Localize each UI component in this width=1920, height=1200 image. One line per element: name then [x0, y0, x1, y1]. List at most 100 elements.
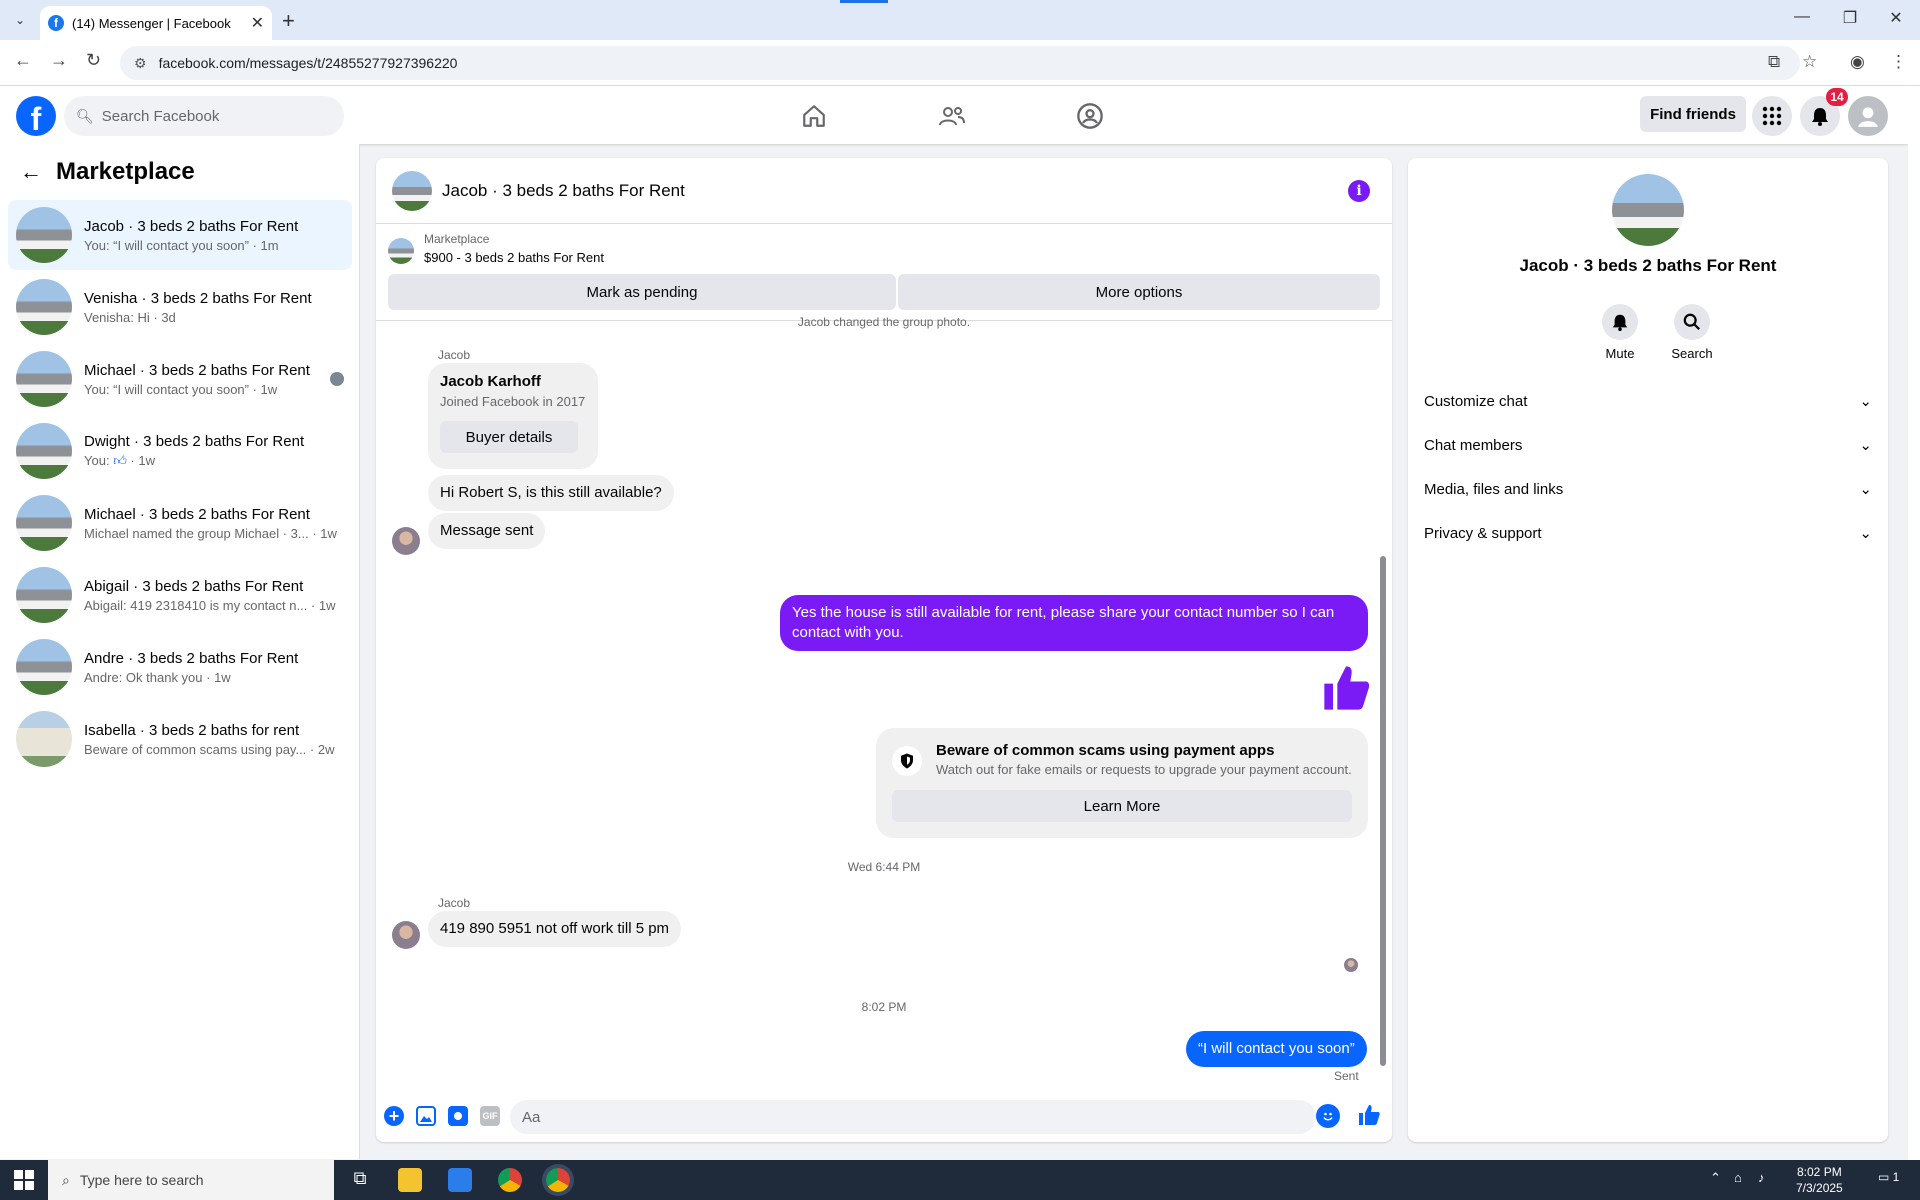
minimize-button[interactable]: — — [1782, 8, 1822, 26]
conversation-item[interactable]: Abigail · 3 beds 2 baths For Rent Abigail… — [8, 560, 352, 630]
chevron-down-icon: ⌄ — [1859, 481, 1872, 498]
browser-menu-icon[interactable]: ⋮ — [1890, 52, 1907, 72]
gif-icon[interactable]: GIF — [480, 1106, 500, 1126]
marketplace-listing[interactable]: Marketplace $900 - 3 beds 2 baths For Re… — [388, 232, 604, 265]
browser-toolbar: ← → ↻ ⚙ facebook.com/messages/t/24855277… — [0, 40, 1920, 86]
message-bubble-outgoing[interactable]: Yes the house is still available for ren… — [780, 595, 1368, 651]
facebook-search-input[interactable]: 🔍︎ Search Facebook — [64, 96, 344, 136]
find-friends-button[interactable]: Find friends — [1640, 96, 1746, 132]
tab-title: (14) Messenger | Facebook — [72, 15, 231, 31]
page-scrollbar[interactable] — [1908, 86, 1920, 1160]
chrome-icon[interactable] — [498, 1168, 522, 1192]
conversation-preview: Michael named the group Michael · 3... ·… — [84, 525, 337, 541]
close-tab-icon[interactable]: ✕ — [251, 13, 264, 33]
shield-icon — [892, 746, 922, 776]
composer-placeholder: Aa — [522, 1108, 541, 1126]
conversation-item[interactable]: Andre · 3 beds 2 baths For Rent Andre: Ok… — [8, 632, 352, 702]
site-info-icon[interactable]: ⚙ — [134, 55, 147, 72]
forward-arrow-icon[interactable]: → — [50, 50, 68, 71]
file-explorer-icon[interactable] — [398, 1168, 422, 1192]
chat-scrollbar[interactable] — [1378, 326, 1388, 1076]
menu-grid-icon[interactable] — [1752, 96, 1792, 136]
send-like-icon[interactable] — [1356, 1102, 1382, 1128]
volume-icon[interactable]: ♪ — [1758, 1170, 1765, 1185]
taskbar-clock[interactable]: 8:02 PM 7/3/2025 — [1796, 1164, 1843, 1196]
message-input[interactable]: Aa — [510, 1100, 1316, 1134]
new-tab-button[interactable]: + — [282, 8, 295, 34]
message-bubble[interactable]: Hi Robert S, is this still available? — [428, 475, 674, 511]
conversation-name: Isabella · 3 beds 2 baths for rent — [84, 721, 300, 739]
install-app-icon[interactable]: ⧉ — [1768, 52, 1780, 72]
sender-avatar[interactable] — [392, 921, 420, 949]
emoji-icon[interactable] — [1316, 1104, 1340, 1128]
conversation-item[interactable]: Dwight · 3 beds 2 baths For Rent You: 👍︎… — [8, 416, 352, 486]
search-in-chat-button[interactable]: Search — [1662, 304, 1722, 361]
chat-title[interactable]: Jacob · 3 beds 2 baths For Rent — [442, 181, 685, 201]
bookmark-star-icon[interactable]: ☆ — [1802, 52, 1817, 72]
groups-icon[interactable] — [1074, 100, 1106, 132]
conversation-item[interactable]: Michael · 3 beds 2 baths For Rent Michael… — [8, 488, 352, 558]
listing-thumbnail — [388, 238, 414, 264]
profile-icon[interactable]: ◉ — [1850, 52, 1865, 72]
learn-more-button[interactable]: Learn More — [892, 790, 1352, 822]
store-icon[interactable] — [448, 1168, 472, 1192]
thumbs-up-icon[interactable] — [1320, 662, 1372, 719]
conversation-name: Abigail · 3 beds 2 baths For Rent — [84, 577, 304, 595]
privacy-support-row[interactable]: Privacy & support ⌄ — [1424, 513, 1872, 553]
message-bubble[interactable]: 419 890 5951 not off work till 5 pm — [428, 911, 682, 947]
chat-header: Jacob · 3 beds 2 baths For Rent — [376, 158, 1392, 224]
friends-icon[interactable] — [936, 100, 968, 132]
mute-button[interactable]: Mute — [1590, 304, 1650, 361]
listing-avatar — [16, 639, 72, 695]
info-icon[interactable]: i — [1348, 180, 1370, 202]
network-icon[interactable]: ⌂ — [1734, 1170, 1742, 1185]
conversation-item[interactable]: Michael · 3 beds 2 baths For Rent You: “I… — [8, 344, 352, 414]
browser-tab-messenger[interactable]: f (14) Messenger | Facebook ✕ — [40, 6, 272, 40]
chat-members-row[interactable]: Chat members ⌄ — [1424, 425, 1872, 465]
account-avatar-icon[interactable] — [1848, 96, 1888, 136]
taskbar-search-input[interactable]: ⌕ Type here to search — [48, 1160, 334, 1200]
message-bubble[interactable]: Message sent — [428, 513, 546, 549]
back-arrow-icon[interactable]: ← — [20, 159, 42, 185]
marketplace-header: ← Marketplace — [20, 158, 195, 186]
close-window-button[interactable]: ✕ — [1876, 8, 1916, 28]
facebook-logo-icon[interactable]: f — [16, 96, 56, 136]
buyer-joined: Joined Facebook in 2017 — [440, 394, 586, 409]
scrollbar-thumb[interactable] — [1380, 556, 1386, 1066]
preview-time: · 1w — [130, 453, 155, 468]
task-view-icon[interactable]: ⧉ — [348, 1168, 372, 1192]
more-options-button[interactable]: More options — [898, 274, 1380, 310]
listing-price-title: $900 - 3 beds 2 baths For Rent — [424, 250, 604, 265]
sender-avatar[interactable] — [392, 527, 420, 555]
taskbar-search-placeholder: Type here to search — [79, 1172, 204, 1188]
photo-icon[interactable] — [416, 1106, 436, 1126]
conversation-preview: You: “I will contact you soon” · 1m — [84, 237, 279, 253]
chat-avatar[interactable] — [392, 170, 432, 211]
conversation-item[interactable]: Venisha · 3 beds 2 baths For Rent Venisha… — [8, 272, 352, 342]
search-placeholder: Search Facebook — [101, 107, 220, 125]
tray-chevron-icon[interactable]: ⌃ — [1710, 1170, 1721, 1186]
buyer-name: Jacob Karhoff — [440, 373, 541, 390]
media-files-links-row[interactable]: Media, files and links ⌄ — [1424, 469, 1872, 509]
back-arrow-icon[interactable]: ← — [14, 50, 32, 71]
message-bubble-outgoing[interactable]: “I will contact you soon” — [1186, 1031, 1367, 1067]
row-label: Chat members — [1424, 436, 1523, 454]
action-center-icon[interactable]: ▭ 1 — [1878, 1170, 1899, 1184]
conversation-preview: Beware of common scams using pay... · 2w — [84, 741, 335, 757]
sticker-icon[interactable] — [448, 1106, 468, 1126]
chat-details-panel: Jacob · 3 beds 2 baths For Rent Mute Sea… — [1408, 158, 1888, 1142]
restore-button[interactable]: ❐ — [1830, 8, 1870, 28]
reload-icon[interactable]: ↻ — [86, 50, 101, 71]
chrome-active-icon[interactable] — [546, 1168, 570, 1192]
address-bar[interactable]: ⚙ facebook.com/messages/t/24855277927396… — [120, 46, 1800, 80]
conversation-item[interactable]: Jacob · 3 beds 2 baths For Rent You: “I w… — [8, 200, 352, 270]
mark-as-pending-button[interactable]: Mark as pending — [388, 274, 896, 310]
clock-time: 8:02 PM — [1797, 1165, 1842, 1179]
plus-icon[interactable]: + — [384, 1106, 404, 1126]
tab-search-chevron-icon[interactable]: ⌄ — [10, 10, 30, 30]
windows-start-icon[interactable] — [14, 1170, 34, 1195]
buyer-details-button[interactable]: Buyer details — [440, 421, 578, 453]
home-icon[interactable] — [798, 100, 830, 132]
customize-chat-row[interactable]: Customize chat ⌄ — [1424, 381, 1872, 421]
conversation-item[interactable]: Isabella · 3 beds 2 baths for rent Beware… — [8, 704, 352, 774]
